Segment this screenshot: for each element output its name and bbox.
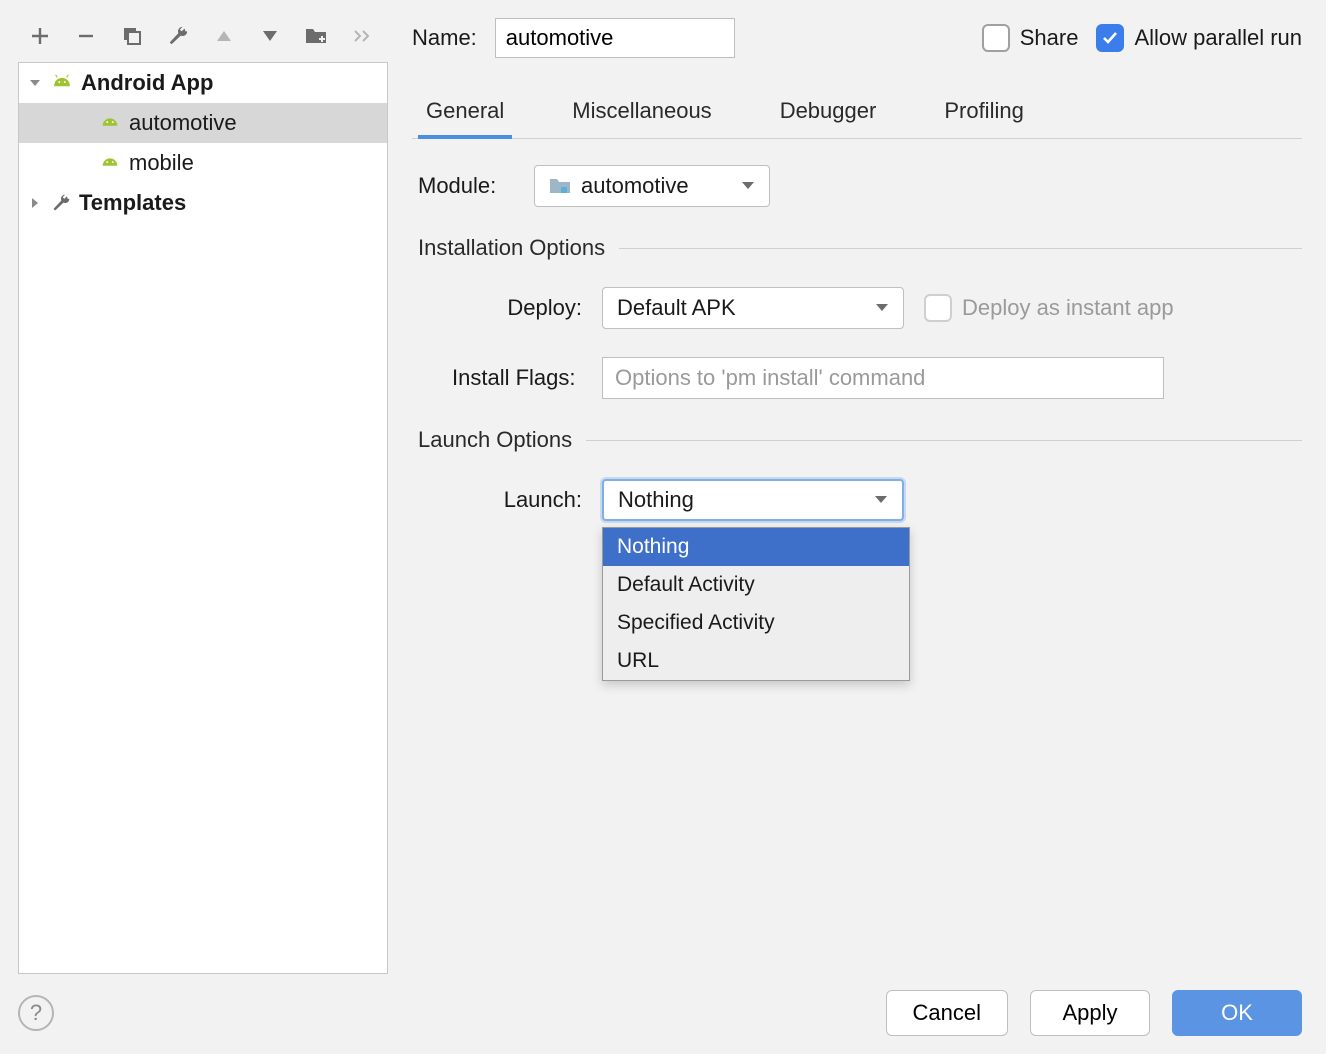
chevron-down-icon: [741, 181, 755, 191]
tree-label: mobile: [129, 150, 194, 176]
section-installation: Installation Options: [418, 235, 605, 261]
tab-profiling[interactable]: Profiling: [936, 88, 1031, 138]
sidebar-toolbar: [18, 18, 388, 62]
parallel-label: Allow parallel run: [1134, 25, 1302, 51]
module-value: automotive: [581, 173, 689, 199]
module-label: Module:: [418, 173, 514, 199]
launch-value: Nothing: [618, 487, 694, 513]
cancel-button[interactable]: Cancel: [886, 990, 1008, 1036]
launch-select[interactable]: Nothing Nothing Default Activity Specifi…: [602, 479, 904, 521]
config-tree: Android App automotive mobile: [18, 62, 388, 974]
move-down-icon[interactable]: [258, 24, 282, 48]
android-icon: [99, 114, 121, 132]
chevron-down-icon: [874, 495, 888, 505]
launch-option-specified-activity[interactable]: Specified Activity: [603, 604, 909, 642]
tree-item-mobile[interactable]: mobile: [19, 143, 387, 183]
tree-node-templates[interactable]: Templates: [19, 183, 387, 223]
deploy-label: Deploy:: [452, 295, 582, 321]
remove-icon[interactable]: [74, 24, 98, 48]
tree-label: automotive: [129, 110, 237, 136]
tree-item-automotive[interactable]: automotive: [19, 103, 387, 143]
folder-icon: [549, 177, 571, 195]
launch-dropdown: Nothing Default Activity Specified Activ…: [602, 527, 910, 681]
apply-button[interactable]: Apply: [1030, 990, 1150, 1036]
instant-app-checkbox: Deploy as instant app: [924, 294, 1174, 322]
tab-bar: General Miscellaneous Debugger Profiling: [412, 88, 1302, 139]
more-icon[interactable]: [350, 24, 374, 48]
share-checkbox[interactable]: Share: [982, 24, 1079, 52]
move-up-icon: [212, 24, 236, 48]
launch-option-url[interactable]: URL: [603, 642, 909, 680]
deploy-select[interactable]: Default APK: [602, 287, 904, 329]
android-icon: [51, 74, 73, 92]
divider: [619, 248, 1302, 249]
checkbox-icon: [924, 294, 952, 322]
wrench-icon[interactable]: [166, 24, 190, 48]
tab-miscellaneous[interactable]: Miscellaneous: [564, 88, 719, 138]
module-select[interactable]: automotive: [534, 165, 770, 207]
tree-label: Templates: [79, 190, 186, 216]
instant-app-label: Deploy as instant app: [962, 295, 1174, 321]
checkbox-checked-icon: [1096, 24, 1124, 52]
chevron-down-icon: [875, 303, 889, 313]
install-flags-input[interactable]: [602, 357, 1164, 399]
section-launch: Launch Options: [418, 427, 572, 453]
tree-label: Android App: [81, 70, 213, 96]
launch-option-nothing[interactable]: Nothing: [603, 528, 909, 566]
copy-icon[interactable]: [120, 24, 144, 48]
folder-add-icon[interactable]: [304, 24, 328, 48]
share-label: Share: [1020, 25, 1079, 51]
wrench-icon: [51, 193, 71, 213]
launch-option-default-activity[interactable]: Default Activity: [603, 566, 909, 604]
deploy-value: Default APK: [617, 295, 736, 321]
parallel-checkbox[interactable]: Allow parallel run: [1096, 24, 1302, 52]
tab-general[interactable]: General: [418, 88, 512, 138]
tree-node-android-app[interactable]: Android App: [19, 63, 387, 103]
help-icon[interactable]: ?: [18, 995, 54, 1031]
launch-label: Launch:: [452, 487, 582, 513]
chevron-right-icon[interactable]: [27, 196, 43, 210]
chevron-down-icon[interactable]: [27, 76, 43, 90]
add-icon[interactable]: [28, 24, 52, 48]
name-input[interactable]: [495, 18, 735, 58]
name-label: Name:: [412, 25, 477, 51]
divider: [586, 440, 1302, 441]
ok-button[interactable]: OK: [1172, 990, 1302, 1036]
tab-debugger[interactable]: Debugger: [772, 88, 885, 138]
install-flags-label: Install Flags:: [452, 365, 582, 391]
checkbox-icon: [982, 24, 1010, 52]
android-icon: [99, 154, 121, 172]
